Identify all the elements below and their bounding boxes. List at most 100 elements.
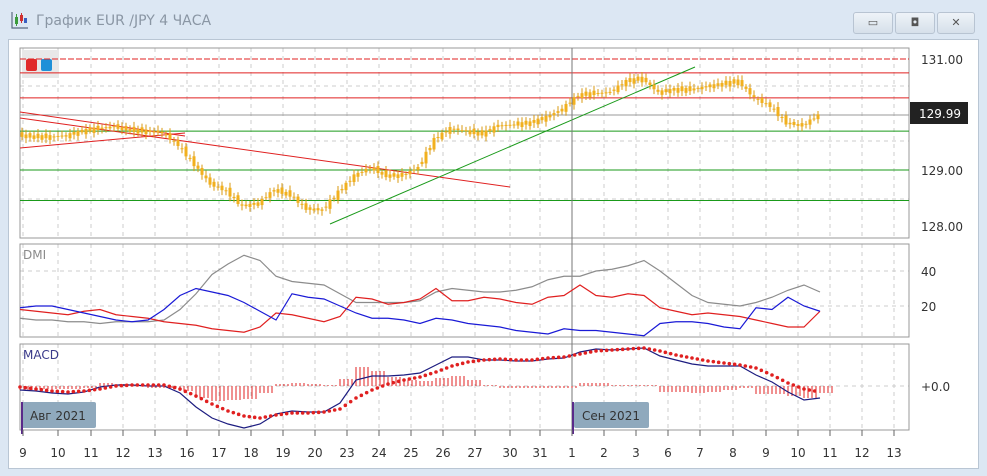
- candle-body: [132, 126, 136, 132]
- x-label: 31: [532, 446, 547, 460]
- candle-body: [528, 121, 532, 127]
- candle-body: [416, 166, 420, 170]
- candle-body: [276, 189, 280, 193]
- red-color-button[interactable]: [26, 59, 37, 71]
- dmi-label-40: 40: [921, 265, 936, 279]
- candle-body: [192, 156, 196, 167]
- signal-dot: [546, 356, 550, 360]
- chart-area[interactable]: DMI MACD Авг 2021 Сен 2021 131.00 129.99…: [0, 0, 987, 476]
- candle-body: [816, 114, 820, 120]
- candle-body: [604, 92, 608, 94]
- candle-body: [564, 104, 568, 112]
- signal-dot: [231, 410, 236, 415]
- signal-dot: [706, 359, 710, 363]
- candle-body: [440, 132, 444, 140]
- candle-body: [636, 76, 640, 81]
- candle-body: [332, 197, 336, 199]
- dmi-label-20: 20: [921, 300, 936, 314]
- x-label: 2: [600, 446, 608, 460]
- signal-dot: [551, 355, 556, 360]
- candle-body: [284, 191, 288, 196]
- candle-body: [556, 111, 560, 113]
- signal-dot: [66, 390, 70, 394]
- signal-dot: [28, 386, 33, 391]
- signal-dot: [738, 363, 742, 367]
- candle-body: [632, 78, 636, 84]
- candle-body: [148, 130, 152, 132]
- candle-body: [452, 128, 456, 130]
- candle-body: [212, 181, 216, 187]
- signal-dot: [18, 385, 22, 389]
- candle-body: [296, 196, 300, 203]
- candle-body: [800, 123, 804, 127]
- signal-dot: [599, 348, 604, 353]
- x-label: 1: [568, 446, 576, 460]
- candle-body: [652, 84, 656, 90]
- signal-dot: [119, 383, 124, 388]
- candle-body: [100, 127, 104, 129]
- candle-body: [300, 203, 304, 205]
- candle-body: [620, 84, 624, 86]
- x-label: 7: [696, 446, 704, 460]
- signal-dot: [812, 389, 817, 393]
- candle-body: [412, 169, 416, 171]
- candle-body: [460, 130, 464, 132]
- x-label: 8: [729, 446, 737, 460]
- candle-body: [464, 130, 468, 132]
- month-label-sep: Сен 2021: [582, 409, 640, 423]
- candle-body: [788, 122, 792, 125]
- candle-body: [592, 90, 596, 95]
- candle-body: [688, 86, 692, 92]
- x-label: 3: [632, 446, 640, 460]
- candle-body: [36, 133, 40, 139]
- candle-body: [436, 137, 440, 139]
- candle-body: [520, 122, 524, 128]
- candle-body: [764, 103, 768, 105]
- candle-body: [476, 131, 480, 136]
- candle-body: [252, 202, 256, 205]
- signal-dot: [204, 399, 209, 404]
- signal-dot: [23, 385, 28, 390]
- candle-body: [568, 102, 572, 104]
- candle-body: [312, 208, 316, 211]
- candle-body: [372, 167, 376, 171]
- candle-body: [308, 207, 312, 210]
- signal-dot: [754, 366, 758, 370]
- signal-dot: [514, 358, 518, 362]
- x-label: 13: [886, 446, 901, 460]
- price-label-131: 131.00: [921, 53, 963, 67]
- signal-dot: [450, 364, 454, 368]
- candle-body: [736, 79, 740, 86]
- candle-body: [40, 135, 44, 140]
- candle-body: [196, 165, 200, 169]
- macd-lines: [18, 346, 833, 429]
- candle-body: [456, 128, 460, 131]
- candle-body: [552, 113, 556, 116]
- candle-body: [168, 133, 172, 140]
- blue-color-button[interactable]: [41, 59, 52, 71]
- candle-body: [232, 196, 236, 199]
- signal-dot: [130, 383, 134, 387]
- signal-dot: [386, 382, 390, 386]
- candle-body: [720, 82, 724, 87]
- signal-dot: [642, 346, 646, 350]
- x-label: 24: [371, 446, 386, 460]
- candle-body: [160, 131, 164, 134]
- candle-body: [468, 130, 472, 135]
- candle-body: [164, 134, 168, 136]
- candle-body: [204, 175, 208, 179]
- signal-dot: [407, 377, 412, 381]
- signal-dot: [98, 387, 102, 391]
- signal-dot: [540, 356, 545, 361]
- x-label: 6: [664, 446, 672, 460]
- candle-body: [348, 180, 352, 182]
- signal-dot: [34, 387, 38, 391]
- candle-body: [504, 124, 508, 126]
- candle-body: [376, 166, 380, 174]
- candle-body: [156, 130, 160, 133]
- candle-body: [80, 129, 84, 133]
- candle-body: [640, 76, 644, 83]
- signal-dot: [684, 355, 689, 359]
- signal-dot: [268, 414, 273, 418]
- dmi-title: DMI: [23, 248, 46, 262]
